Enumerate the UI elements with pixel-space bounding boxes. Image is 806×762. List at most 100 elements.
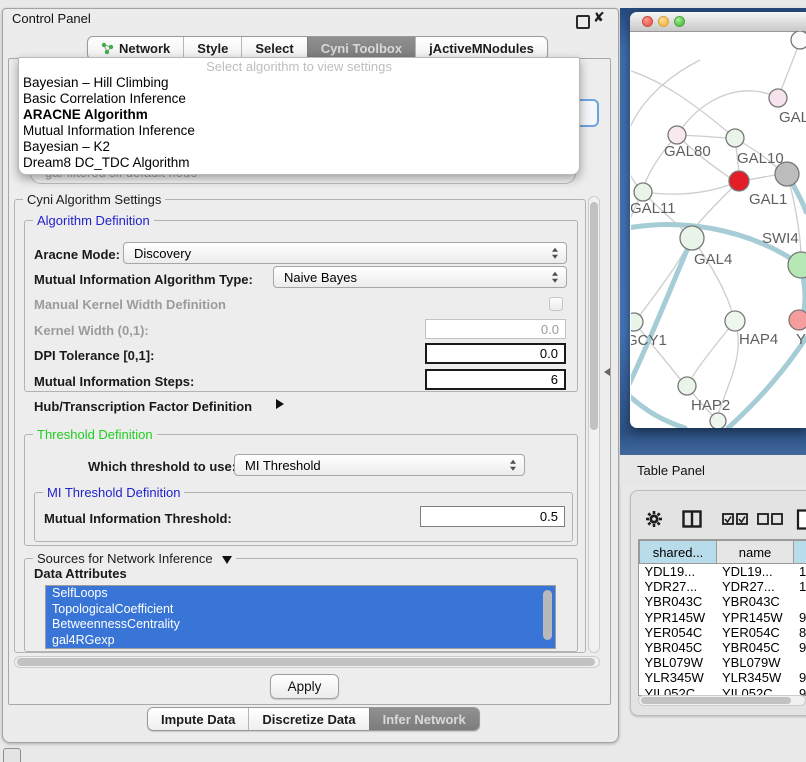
table-row[interactable]: YLR345WYLR345W9. bbox=[640, 670, 806, 685]
table-cell[interactable]: YBR043C bbox=[640, 594, 717, 609]
table-cell[interactable]: YBR045C bbox=[717, 640, 794, 655]
table-cell[interactable]: YDR27... bbox=[717, 579, 794, 594]
table-hscroll-thumb[interactable] bbox=[641, 697, 791, 704]
network-edge[interactable] bbox=[631, 60, 700, 192]
table-row[interactable]: YDR27...YDR27...12 bbox=[640, 579, 806, 594]
table-row[interactable]: YBR043CYBR043C bbox=[640, 594, 806, 609]
table-cell[interactable]: 9. bbox=[794, 670, 806, 685]
zoom-traffic-light[interactable] bbox=[674, 16, 685, 27]
close-traffic-light[interactable] bbox=[642, 16, 653, 27]
manual-kernel-width-checkbox[interactable] bbox=[549, 297, 563, 311]
network-edge-highlighted[interactable] bbox=[631, 385, 685, 428]
table-cell[interactable]: YBR043C bbox=[717, 594, 794, 609]
table-cell[interactable]: YDR27... bbox=[640, 579, 717, 594]
close-icon[interactable]: ✘ bbox=[593, 9, 605, 26]
toggle-table-columns-button[interactable] bbox=[681, 509, 703, 529]
attribute-item-betweennesscentrality[interactable]: BetweennessCentrality bbox=[46, 617, 555, 633]
table-cell[interactable] bbox=[794, 594, 806, 609]
network-node-gal10[interactable] bbox=[726, 129, 744, 147]
algorithm-option-bayesian-k2[interactable]: Bayesian – K2 bbox=[19, 139, 579, 155]
settings-horizontal-scrollbar[interactable] bbox=[14, 656, 600, 668]
attribute-item-topologicalcoefficient[interactable]: TopologicalCoefficient bbox=[46, 602, 555, 618]
table-cell[interactable]: 13 bbox=[794, 564, 806, 580]
deselect-all-rows-button[interactable] bbox=[757, 512, 783, 526]
table-cell[interactable]: YER054C bbox=[640, 625, 717, 640]
network-edge[interactable] bbox=[677, 91, 778, 135]
list-vscroll-thumb[interactable] bbox=[543, 590, 552, 640]
select-all-rows-button[interactable] bbox=[722, 512, 748, 526]
minimized-panel-icon[interactable] bbox=[3, 748, 21, 762]
tab-network[interactable]: Network bbox=[88, 37, 183, 59]
network-edge[interactable] bbox=[652, 181, 739, 194]
float-window-icon[interactable] bbox=[576, 15, 590, 29]
table-cell[interactable]: YLR345W bbox=[717, 670, 794, 685]
mi-algorithm-type-combobox[interactable]: Naive Bayes bbox=[273, 266, 567, 288]
network-edge-highlighted[interactable] bbox=[728, 338, 806, 428]
column-header-shared[interactable]: shared... bbox=[640, 541, 717, 564]
network-window-titlebar[interactable] bbox=[630, 12, 806, 32]
network-node[interactable] bbox=[710, 413, 726, 428]
table-horizontal-scrollbar[interactable] bbox=[638, 695, 806, 706]
network-node-gal1[interactable] bbox=[729, 171, 749, 191]
table-settings-button[interactable] bbox=[644, 509, 664, 529]
table-cell[interactable]: YDL19... bbox=[640, 564, 717, 580]
table-cell[interactable]: YER054C bbox=[717, 625, 794, 640]
bottom-tab-discretize-data[interactable]: Discretize Data bbox=[248, 708, 368, 730]
table-cell[interactable]: 8. bbox=[794, 625, 806, 640]
algorithm-option-dream8-dc-tdc-algorithm[interactable]: Dream8 DC_TDC Algorithm bbox=[19, 155, 579, 171]
column-header-a[interactable]: A bbox=[794, 541, 806, 564]
mi-threshold-input[interactable]: 0.5 bbox=[420, 506, 565, 527]
tab-style[interactable]: Style bbox=[183, 37, 241, 59]
table-row[interactable]: YDL19...YDL19...13 bbox=[640, 564, 806, 580]
settings-hscroll-thumb[interactable] bbox=[17, 658, 595, 666]
network-node-gal11[interactable] bbox=[634, 183, 652, 201]
hub-definition-expander[interactable]: Hub/Transcription Factor Definition bbox=[34, 399, 252, 414]
tab-select[interactable]: Select bbox=[241, 37, 306, 59]
network-node-gal4[interactable] bbox=[680, 226, 704, 250]
splitter-collapse-arrow[interactable] bbox=[604, 368, 610, 376]
network-edge[interactable] bbox=[634, 322, 680, 379]
apply-button[interactable]: Apply bbox=[270, 674, 339, 699]
network-node-gcy1[interactable] bbox=[631, 313, 643, 331]
tab-cyni-toolbox[interactable]: Cyni Toolbox bbox=[307, 37, 415, 59]
settings-vscroll-thumb[interactable] bbox=[590, 202, 598, 430]
column-header-name[interactable]: name bbox=[717, 541, 794, 564]
new-table-button[interactable] bbox=[796, 508, 806, 530]
kernel-width-input[interactable]: 0.0 bbox=[425, 319, 566, 339]
which-threshold-combobox[interactable]: MI Threshold bbox=[234, 454, 525, 476]
table-cell[interactable]: YBL079W bbox=[717, 655, 794, 670]
mi-steps-input[interactable]: 6 bbox=[425, 369, 566, 390]
algorithm-option-mutual-information-inference[interactable]: Mutual Information Inference bbox=[19, 123, 579, 139]
expander-collapsed-icon[interactable] bbox=[276, 399, 284, 409]
bottom-tab-impute-data[interactable]: Impute Data bbox=[148, 708, 248, 730]
minimize-traffic-light[interactable] bbox=[658, 16, 669, 27]
table-cell[interactable]: 9. bbox=[794, 640, 806, 655]
bottom-tab-infer-network[interactable]: Infer Network bbox=[369, 708, 479, 730]
algorithm-option-aracne-algorithm[interactable]: ARACNE Algorithm bbox=[19, 107, 579, 123]
table-cell[interactable]: YDL19... bbox=[717, 564, 794, 580]
network-edge[interactable] bbox=[691, 321, 735, 379]
settings-vertical-scrollbar[interactable] bbox=[588, 196, 600, 653]
attribute-item-selfloops[interactable]: SelfLoops bbox=[46, 586, 555, 602]
table-cell[interactable] bbox=[794, 655, 806, 670]
table-cell[interactable]: YLR345W bbox=[640, 670, 717, 685]
network-node-hap2[interactable] bbox=[678, 377, 696, 395]
network-node-y[interactable] bbox=[789, 310, 806, 330]
table-row[interactable]: YBR045CYBR045C9. bbox=[640, 640, 806, 655]
network-node[interactable] bbox=[775, 162, 799, 186]
algorithm-option-bayesian-hill-climbing[interactable]: Bayesian – Hill Climbing bbox=[19, 75, 579, 91]
table-cell[interactable]: YPR145W bbox=[717, 610, 794, 625]
table-cell[interactable]: YPR145W bbox=[640, 610, 717, 625]
network-canvas[interactable]: GALGAL80GAL10GAL1GAL11GAL4SWI4GCY1HAP4YH… bbox=[631, 31, 806, 428]
tab-jactivemnodules[interactable]: jActiveMNodules bbox=[415, 37, 547, 59]
attribute-item-gal4rgexp[interactable]: gal4RGexp bbox=[46, 633, 555, 649]
network-node-gal80[interactable] bbox=[668, 126, 686, 144]
table-cell[interactable]: YBR045C bbox=[640, 640, 717, 655]
algorithm-option-basic-correlation-inference[interactable]: Basic Correlation Inference bbox=[19, 91, 579, 107]
table-row[interactable]: YPR145WYPR145W9. bbox=[640, 610, 806, 625]
network-node[interactable] bbox=[791, 31, 806, 49]
table-cell[interactable]: YBL079W bbox=[640, 655, 717, 670]
network-node-hap4[interactable] bbox=[725, 311, 745, 331]
table-cell[interactable]: 9. bbox=[794, 610, 806, 625]
dpi-tolerance-input[interactable]: 0.0 bbox=[425, 343, 566, 364]
